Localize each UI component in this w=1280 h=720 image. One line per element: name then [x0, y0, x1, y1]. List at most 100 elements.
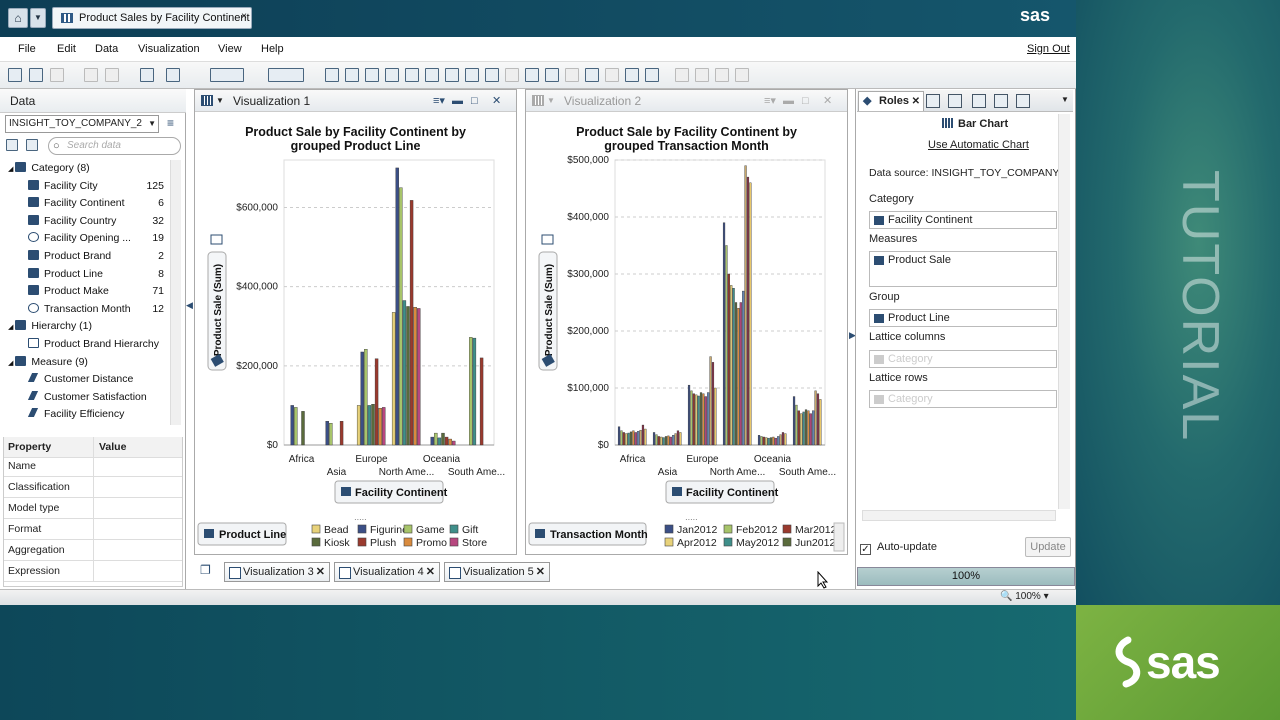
expand-all-icon[interactable]: [6, 139, 18, 151]
chevron-down-icon[interactable]: ▼: [547, 90, 555, 112]
auto-chart-icon[interactable]: [325, 68, 339, 82]
lattice-rows-field[interactable]: Category: [869, 390, 1057, 408]
tab-styles-icon[interactable]: [972, 94, 986, 108]
new-visualization-icon[interactable]: [140, 68, 154, 82]
collapse-all-icon[interactable]: [26, 139, 38, 151]
scatter-plot-icon[interactable]: [425, 68, 439, 82]
tab-comments-icon[interactable]: [994, 94, 1008, 108]
filter-icon[interactable]: [675, 68, 689, 82]
heat-map-icon[interactable]: [545, 68, 559, 82]
tree-group[interactable]: ◢ Measure (9): [8, 354, 168, 370]
use-automatic-chart-link[interactable]: Use Automatic Chart: [928, 139, 1029, 151]
minimize-icon[interactable]: ▬: [452, 90, 463, 112]
menu-file[interactable]: File: [18, 43, 36, 55]
gauge-icon[interactable]: [715, 68, 729, 82]
tree-item[interactable]: Product Brand Hierarchy: [28, 336, 168, 352]
tree-item[interactable]: Facility Continent 6: [28, 195, 168, 211]
close-document-icon[interactable]: ×: [241, 7, 247, 27]
menu-help[interactable]: Help: [261, 43, 284, 55]
data-menu-icon[interactable]: ≡: [167, 116, 179, 130]
treemap-icon[interactable]: [585, 68, 599, 82]
lattice-columns-field[interactable]: Category: [869, 350, 1057, 368]
crosstab-icon[interactable]: [365, 68, 379, 82]
menu-visualization[interactable]: Visualization: [138, 43, 200, 55]
decision-tree-icon[interactable]: [625, 68, 639, 82]
tab-visualization-4[interactable]: Visualization 4 ✕: [334, 562, 440, 582]
tree-item[interactable]: Customer Distance: [28, 371, 168, 387]
menu-edit[interactable]: Edit: [57, 43, 76, 55]
tab-roles[interactable]: ◆ Roles ✕: [858, 91, 924, 111]
auto-update-checkbox[interactable]: ✓ Auto-update: [860, 541, 937, 555]
new-report-icon[interactable]: [8, 68, 22, 82]
tree-item[interactable]: Facility Country 32: [28, 213, 168, 229]
measures-role-field[interactable]: Product Sale: [869, 251, 1057, 287]
sign-out-link[interactable]: Sign Out: [1027, 43, 1070, 55]
save-icon[interactable]: [50, 68, 64, 82]
redo-icon[interactable]: [105, 68, 119, 82]
tree-group[interactable]: ◢ Hierarchy (1): [8, 318, 168, 334]
tree-item[interactable]: Product Brand 2: [28, 248, 168, 264]
close-icon[interactable]: ✕: [426, 563, 435, 581]
minimize-icon[interactable]: ▬: [783, 90, 794, 112]
tab-filters-icon[interactable]: [926, 94, 940, 108]
tree-item[interactable]: Facility Opening ... 19: [28, 230, 168, 246]
tab-properties-icon[interactable]: [948, 94, 962, 108]
image-icon[interactable]: [735, 68, 749, 82]
tab-visualization-3[interactable]: Visualization 3 ✕: [224, 562, 330, 582]
visualization-2-header[interactable]: ▼ Visualization 2 ≡▾ ▬ □ ✕: [526, 90, 847, 112]
network-diagram-icon[interactable]: [465, 68, 479, 82]
maximize-icon[interactable]: □: [802, 90, 809, 112]
visualization-1-header[interactable]: ▼ Visualization 1 ≡▾ ▬ □ ✕: [195, 90, 516, 112]
expand-arrow-icon[interactable]: ◢: [8, 324, 15, 331]
expand-arrow-icon[interactable]: ◢: [8, 166, 15, 173]
document-tab[interactable]: Product Sales by Facility Continent ×: [52, 7, 252, 29]
home-icon[interactable]: ⌂: [8, 8, 28, 28]
data-source-select[interactable]: INSIGHT_TOY_COMPANY_2 ▼: [5, 115, 159, 133]
bubble-plot-icon[interactable]: [445, 68, 459, 82]
close-icon[interactable]: ✕: [912, 92, 920, 111]
close-icon[interactable]: ✕: [492, 90, 501, 112]
table-icon[interactable]: [345, 68, 359, 82]
tree-item[interactable]: Facility City 125: [28, 178, 168, 194]
tab-ranks-icon[interactable]: [1016, 94, 1030, 108]
category-role-field[interactable]: Facility Continent: [869, 211, 1057, 229]
tree-item[interactable]: Product Line 8: [28, 266, 168, 282]
correlation-icon[interactable]: [485, 68, 499, 82]
group-role-field[interactable]: Product Line: [869, 309, 1057, 327]
tree-item[interactable]: Customer Satisfaction: [28, 389, 168, 405]
zoom-control[interactable]: 🔍 100% ▾: [1000, 591, 1049, 602]
close-icon[interactable]: ✕: [823, 90, 832, 112]
filter-menu-icon[interactable]: ≡▾: [433, 90, 445, 112]
chevron-down-icon[interactable]: ▼: [216, 90, 224, 112]
tab-visualization-5[interactable]: Visualization 5 ✕: [444, 562, 550, 582]
forecast-icon[interactable]: [605, 68, 619, 82]
tree-item[interactable]: Transaction Month 12: [28, 301, 168, 317]
tree-group[interactable]: ◢ Category (8): [8, 160, 168, 176]
undo-icon[interactable]: [84, 68, 98, 82]
bar-chart-icon[interactable]: [385, 68, 399, 82]
geo-map-icon[interactable]: [565, 68, 579, 82]
export-dropdown-icon[interactable]: [268, 68, 304, 82]
tree-scrollbar[interactable]: [170, 160, 181, 425]
panel-menu-chevron-icon[interactable]: ▼: [1061, 95, 1069, 104]
hierarchy-icon[interactable]: [645, 68, 659, 82]
home-menu-chevron-icon[interactable]: ▼: [30, 8, 46, 28]
histogram-icon[interactable]: [505, 68, 519, 82]
close-icon[interactable]: ✕: [536, 563, 545, 581]
roles-vertical-scrollbar[interactable]: [1058, 114, 1070, 509]
checkbox-checked-icon[interactable]: ✓: [860, 544, 871, 555]
duplicate-visualization-icon[interactable]: [166, 68, 180, 82]
tabs-menu-icon[interactable]: ❐: [200, 563, 214, 577]
tree-item[interactable]: Product Make 71: [28, 283, 168, 299]
update-button[interactable]: Update: [1025, 537, 1071, 557]
search-input[interactable]: Search data: [48, 137, 181, 155]
open-icon[interactable]: [29, 68, 43, 82]
roles-horizontal-scrollbar[interactable]: [862, 510, 1056, 521]
rank-icon[interactable]: [695, 68, 709, 82]
maximize-icon[interactable]: □: [471, 90, 478, 112]
collapse-left-icon[interactable]: ◀: [186, 300, 194, 340]
filter-menu-icon[interactable]: ≡▾: [764, 90, 776, 112]
box-plot-icon[interactable]: [525, 68, 539, 82]
menu-data[interactable]: Data: [95, 43, 118, 55]
menu-view[interactable]: View: [218, 43, 242, 55]
